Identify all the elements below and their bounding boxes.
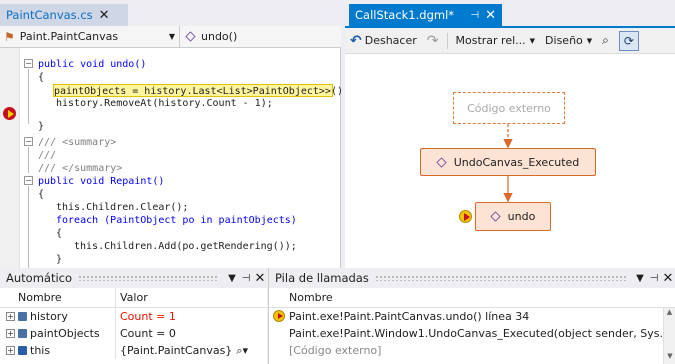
class-icon: ⚑ <box>4 29 15 44</box>
code-editor[interactable]: ⚑ Paint.PaintCanvas ▼ undo() − − − publi… <box>0 26 350 268</box>
column-header-value[interactable]: Valor <box>116 288 267 307</box>
variable-value: Count = 1 <box>120 310 176 323</box>
method-icon <box>436 156 447 168</box>
variable-value: Count = 0 <box>120 327 176 340</box>
code-line: } <box>38 121 45 132</box>
fold-guide <box>28 69 29 124</box>
collapse-icon[interactable]: − <box>24 59 33 68</box>
tab-paintcanvas-cs[interactable]: PaintCanvas.cs ✕ <box>0 4 128 26</box>
variable-name: history <box>30 310 68 323</box>
panel-title: Automático <box>6 271 73 285</box>
dropdown-icon[interactable]: ▼ <box>225 273 239 284</box>
code-comment: /// <box>38 150 57 161</box>
method-name: undo() <box>201 30 238 43</box>
column-header-name[interactable]: Nombre <box>0 288 116 307</box>
tab-label: CallStack1.dgml* <box>355 8 455 22</box>
frame-label: [Código externo] <box>289 344 382 357</box>
fold-guide <box>28 147 29 173</box>
code-line: } <box>56 254 63 265</box>
pin-icon[interactable]: ⊣ <box>647 273 661 284</box>
node-label: undo <box>507 210 536 223</box>
close-icon[interactable]: ✕ <box>253 271 267 286</box>
grip[interactable] <box>78 275 219 281</box>
graph-node-external-code[interactable]: Código externo <box>453 92 565 124</box>
vertical-scrollbar[interactable]: ▲ ▼ <box>663 308 675 364</box>
autos-header: Nombre Valor <box>0 288 267 308</box>
object-icon <box>18 346 27 355</box>
panel-title: Pila de llamadas <box>275 271 369 285</box>
collapse-icon[interactable]: − <box>24 176 33 185</box>
grip[interactable] <box>374 275 627 281</box>
variable-value: {Paint.PaintCanvas} <box>120 344 233 357</box>
magnifier-icon[interactable]: ⌕▾ <box>236 344 248 358</box>
field-icon <box>18 312 27 321</box>
code-comment: /// <summary> <box>38 137 117 148</box>
code-comment: /// </summary> <box>38 163 123 174</box>
call-stack-header: Nombre <box>269 288 675 308</box>
dropdown-icon[interactable]: ▼ <box>633 273 647 284</box>
table-row[interactable]: + paintObjects Count = 0 <box>0 325 267 342</box>
pin-icon[interactable]: ⊣ <box>470 10 479 21</box>
code-line: { <box>38 189 45 200</box>
method-icon <box>490 211 501 222</box>
frame-label: Paint.exe!Paint.Window1.UndoCanvas_Execu… <box>289 327 670 340</box>
scroll-up-icon[interactable]: ▲ <box>664 308 675 320</box>
call-stack-title-bar: Pila de llamadas ▼ ⊣ ✕ <box>269 268 675 288</box>
call-stack-frame[interactable]: Paint.exe!Paint.Window1.UndoCanvas_Execu… <box>269 325 675 342</box>
code-line: foreach (PaintObject po in paintObjects) <box>56 215 297 226</box>
table-row[interactable]: + history Count = 1 <box>0 308 267 325</box>
table-row[interactable]: + this {Paint.PaintCanvas} ⌕▾ <box>0 342 267 359</box>
current-frame-icon <box>273 310 285 322</box>
tab-callstack-dgml[interactable]: CallStack1.dgml* ⊣ ✕ <box>349 4 502 26</box>
expand-icon[interactable]: + <box>6 312 15 321</box>
breakpoint-current-line-icon[interactable] <box>3 107 16 120</box>
graph-node-undo[interactable]: undo <box>475 202 551 231</box>
close-icon[interactable]: ✕ <box>99 8 110 23</box>
code-line: history.RemoveAt(history.Count - 1); <box>56 98 273 109</box>
call-stack-frame[interactable]: [Código externo] <box>269 342 675 359</box>
fold-guide <box>28 186 29 268</box>
variable-name: paintObjects <box>30 327 100 340</box>
class-name: Paint.PaintCanvas <box>19 30 119 43</box>
method-dropdown[interactable]: undo() <box>180 26 341 47</box>
class-dropdown[interactable]: ⚑ Paint.PaintCanvas ▼ <box>0 26 180 47</box>
code-line: public void Repaint() <box>38 176 165 187</box>
code-line-current: paintObjects = history.Last<List>PaintOb… <box>53 84 350 97</box>
code-line: this.Children.Clear(); <box>56 202 189 213</box>
call-stack-window[interactable]: Pila de llamadas ▼ ⊣ ✕ Nombre Paint.exe!… <box>268 268 675 364</box>
code-line: this.Children.Add(po.getRendering()); <box>74 241 297 252</box>
field-icon <box>18 329 27 338</box>
code-line: { <box>56 228 63 239</box>
call-stack-frame[interactable]: Paint.exe!Paint.PaintCanvas.undo() línea… <box>269 308 675 325</box>
node-label: UndoCanvas_Executed <box>453 155 580 169</box>
scroll-down-icon[interactable]: ▼ <box>664 352 675 364</box>
collapse-icon[interactable]: − <box>24 137 33 146</box>
code-line: { <box>38 72 45 83</box>
column-header-name[interactable]: Nombre <box>289 291 333 304</box>
expand-icon[interactable]: + <box>6 346 15 355</box>
node-label: Código externo <box>467 101 551 115</box>
variable-name: this <box>30 344 51 357</box>
chevron-down-icon: ▼ <box>168 32 175 41</box>
close-icon[interactable]: ✕ <box>485 8 496 23</box>
expand-icon[interactable]: + <box>6 329 15 338</box>
method-icon <box>185 31 196 42</box>
editor-gutter[interactable] <box>0 48 20 268</box>
close-icon[interactable]: ✕ <box>661 271 675 286</box>
autos-window[interactable]: Automático ▼ ⊣ ✕ Nombre Valor + history … <box>0 268 267 364</box>
frame-label: Paint.exe!Paint.PaintCanvas.undo() línea… <box>289 310 530 323</box>
pin-icon[interactable]: ⊣ <box>239 273 253 284</box>
current-frame-icon <box>459 210 472 223</box>
dgml-graph-pane[interactable]: ↶ Deshacer ↷ Mostrar rel... ▼ Diseño ▼ ⌕… <box>345 28 675 268</box>
autos-title-bar: Automático ▼ ⊣ ✕ <box>0 268 267 288</box>
code-line: public void undo() <box>38 59 147 70</box>
graph-node-undocanvas-executed[interactable]: UndoCanvas_Executed <box>420 148 596 176</box>
navigation-bar: ⚑ Paint.PaintCanvas ▼ undo() <box>0 26 341 48</box>
tab-label: PaintCanvas.cs <box>6 8 93 22</box>
